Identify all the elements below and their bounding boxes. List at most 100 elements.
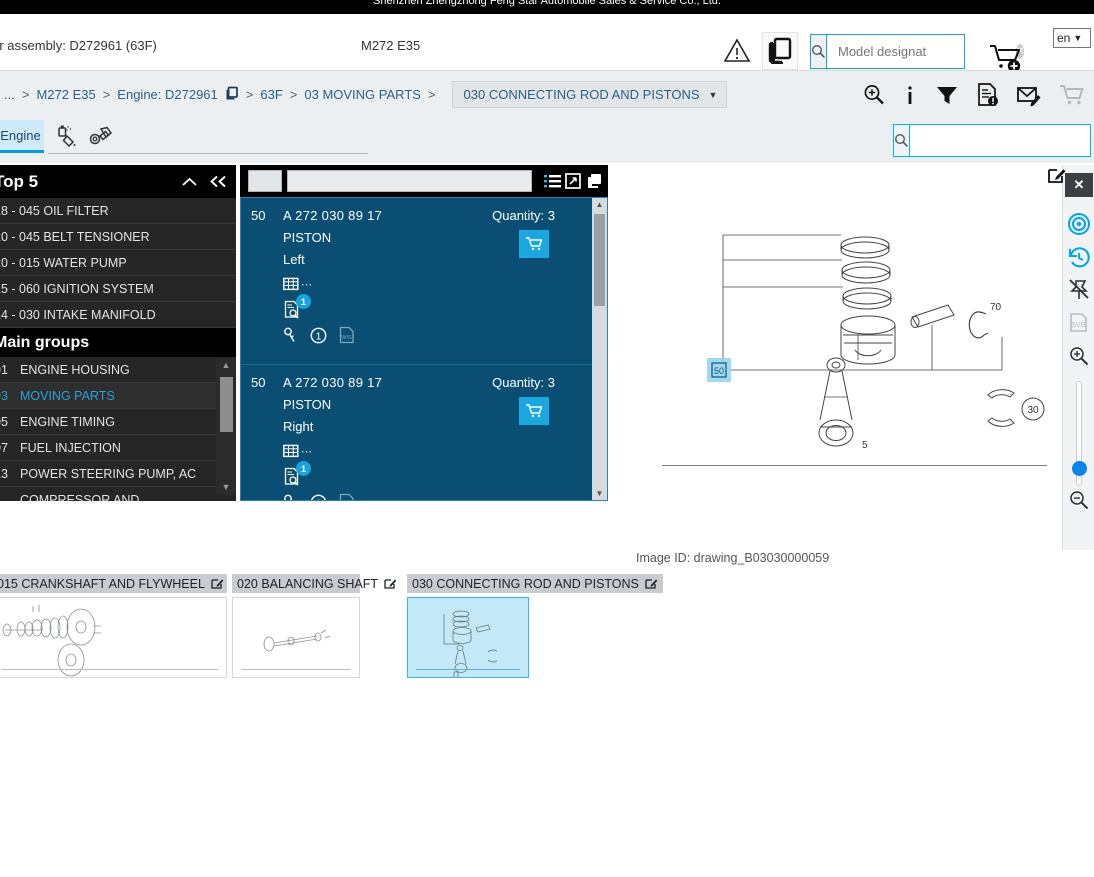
double-chevron-left-icon[interactable] [209, 175, 228, 188]
add-to-cart-button[interactable] [519, 397, 549, 425]
scroll-down-icon[interactable]: ▼ [216, 482, 236, 492]
edit-pencil-icon[interactable] [211, 577, 224, 590]
circle-one-icon[interactable]: 1 [310, 327, 327, 344]
svg-text:70: 70 [990, 302, 1002, 313]
document-alert-icon[interactable] [976, 82, 1000, 108]
add-to-cart-button[interactable] [519, 230, 549, 258]
key-icon[interactable] [283, 494, 298, 500]
copy-icon[interactable] [223, 86, 239, 104]
thumbnail-caption[interactable]: 015 CRANKSHAFT AND FLYWHEEL [0, 574, 227, 593]
parts-filter-field[interactable] [287, 170, 532, 192]
cart-icon[interactable] [1058, 83, 1086, 107]
thumbnail-015[interactable]: 015 CRANKSHAFT AND FLYWHEEL [0, 574, 227, 678]
zoom-in-icon[interactable] [1063, 341, 1094, 371]
main-groups-header: Main groups [0, 328, 236, 357]
grid-icon[interactable]: ⋯ [283, 443, 313, 458]
sidebar-item-moving-parts[interactable]: 03 MOVING PARTS [0, 383, 236, 409]
sidebar-item-compressor[interactable]: COMPRESSOR AND [0, 487, 236, 502]
parts-filter-field-small[interactable] [248, 170, 282, 192]
top5-item-4[interactable]: 14 - 030 INTAKE MANIFOLD [0, 302, 236, 328]
edit-pencil-icon[interactable] [645, 577, 658, 590]
thumbnail-image[interactable] [407, 597, 529, 678]
tab-engine[interactable]: Engine [0, 120, 44, 153]
breadcrumb-active-dropdown[interactable]: 030 CONNECTING ROD AND PISTONS ▼ [451, 81, 728, 108]
technical-drawing[interactable]: 50 70 30 5 20 [610, 165, 1062, 545]
parts-search-box[interactable]: ✕ [893, 124, 1094, 157]
thumbnail-020[interactable]: 020 BALANCING SHAFT [232, 574, 397, 678]
paint-spray-icon[interactable] [52, 122, 86, 152]
breadcrumb-item-4[interactable]: 03 MOVING PARTS [304, 87, 421, 102]
drawing-baseline [662, 465, 1047, 466]
top5-item-3[interactable]: 15 - 060 IGNITION SYSTEM [0, 276, 236, 302]
part-quantity: Quantity: 3 [492, 208, 555, 223]
zoom-out-icon[interactable] [1063, 485, 1094, 515]
thumbnail-caption[interactable]: 030 CONNECTING ROD AND PISTONS [407, 574, 663, 593]
key-icon[interactable] [283, 327, 298, 343]
sidebar-item-engine-timing[interactable]: 05 ENGINE TIMING [0, 409, 236, 435]
drawing-svg: 50 70 30 5 20 [707, 234, 1045, 451]
breadcrumb-separator: > [102, 87, 111, 102]
sidebar-scrollbar[interactable]: ▲ ▼ [216, 357, 236, 495]
wis-document-icon[interactable] [339, 493, 355, 500]
circle-one-icon[interactable]: 1 [310, 494, 327, 500]
list-view-icon[interactable] [544, 174, 561, 189]
expand-icon[interactable] [565, 173, 581, 189]
document-search-icon[interactable]: 1 [284, 294, 311, 322]
sidebar-item-power-steering[interactable]: 13 POWER STEERING PUMP, AC [0, 461, 236, 487]
search-icon[interactable] [894, 125, 910, 156]
thumbnail-image[interactable] [232, 597, 360, 678]
thumbnail-030[interactable]: 030 CONNECTING ROD AND PISTONS [407, 574, 663, 678]
breadcrumb-item-3[interactable]: 63F [260, 87, 282, 102]
scroll-thumb[interactable] [220, 377, 233, 432]
model-search-box[interactable]: ✕ [810, 34, 1025, 69]
group-number: 01 [0, 362, 8, 377]
scroll-up-icon[interactable]: ▲ [216, 360, 236, 370]
thumbnail-baseline [241, 669, 351, 670]
wis-document-icon[interactable]: WIS [339, 326, 355, 344]
table-row[interactable]: 50 A 272 030 89 17 PISTON Left Quantity:… [241, 198, 607, 365]
part-number: A 272 030 89 17 [283, 375, 383, 390]
table-row[interactable]: 50 A 272 030 89 17 PISTON Right Quantity… [241, 365, 607, 500]
chevron-up-icon[interactable] [181, 176, 198, 188]
document-search-icon[interactable]: 1 [284, 461, 311, 489]
sidebar-item-engine-housing[interactable]: 01 ENGINE HOUSING [0, 357, 236, 383]
breadcrumb-item-1[interactable]: M272 E35 [36, 87, 95, 102]
scroll-thumb[interactable] [594, 214, 605, 306]
top5-item-1[interactable]: 20 - 045 BELT TENSIONER [0, 224, 236, 250]
breadcrumb-item-2[interactable]: Engine: D272961 [117, 87, 217, 102]
scroll-down-icon[interactable]: ▼ [592, 489, 607, 498]
svg-text:SVG: SVG [1071, 322, 1086, 329]
history-undo-icon[interactable] [1063, 242, 1094, 272]
grid-icon[interactable]: ⋯ [283, 276, 313, 291]
target-reset-icon[interactable] [1063, 209, 1094, 239]
parts-scrollbar[interactable]: ▲ ▼ [592, 198, 607, 500]
group-label: POWER STEERING PUMP, AC [20, 466, 197, 481]
copy-icon[interactable] [585, 173, 602, 189]
filter-icon[interactable] [934, 83, 960, 107]
parts-list-panel: 50 A 272 030 89 17 PISTON Left Quantity:… [240, 165, 608, 501]
group-number: 13 [0, 466, 8, 481]
mail-edit-icon[interactable] [1016, 83, 1042, 107]
zoom-in-icon[interactable] [862, 83, 886, 107]
info-icon[interactable] [902, 83, 918, 107]
close-window-icon[interactable]: ✕ [1061, 166, 1093, 197]
thumbnail-caption[interactable]: 020 BALANCING SHAFT [232, 574, 397, 593]
thumbnail-image[interactable] [0, 597, 227, 678]
language-selector[interactable]: en ▼ [1053, 28, 1091, 48]
part-action-icons: 1 WIS [283, 326, 355, 344]
unpin-icon[interactable] [1063, 275, 1094, 305]
top5-item-2[interactable]: 20 - 015 WATER PUMP [0, 250, 236, 276]
scroll-up-icon[interactable]: ▲ [592, 200, 607, 209]
zoom-slider-handle[interactable] [1072, 461, 1087, 476]
warning-triangle-icon[interactable] [722, 36, 752, 64]
edit-pencil-icon[interactable] [384, 577, 397, 590]
sidebar-item-fuel-injection[interactable]: 07 FUEL INJECTION [0, 435, 236, 461]
edit-pencil-icon[interactable] [1047, 166, 1066, 188]
search-icon[interactable] [811, 35, 827, 68]
breadcrumb-item-0[interactable]: ... [4, 87, 15, 102]
header-bar: ajor assembly: D272961 (63F) M272 E35 ✕ … [0, 14, 1094, 73]
parts-search-input[interactable] [910, 125, 1094, 156]
top5-item-0[interactable]: 18 - 045 OIL FILTER [0, 198, 236, 224]
bolt-icon[interactable] [86, 122, 120, 152]
copy-icon[interactable] [762, 32, 798, 70]
